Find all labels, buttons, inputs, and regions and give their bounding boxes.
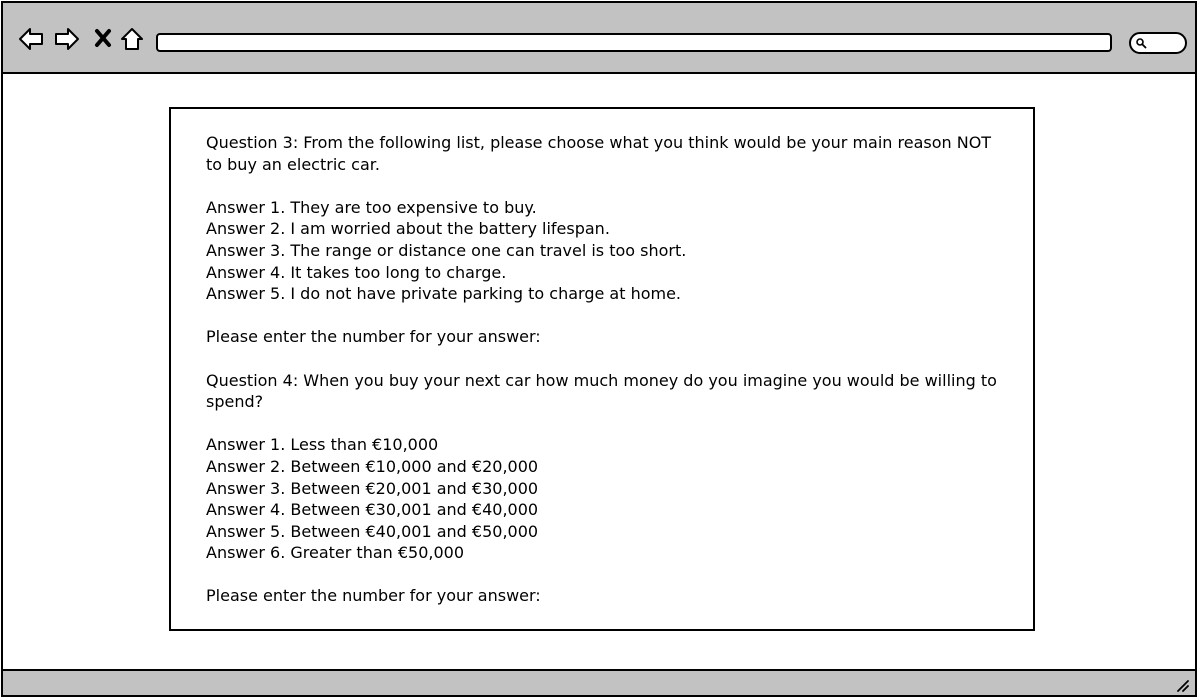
q3-answer-prompt: Please enter the number for your answer: [206, 327, 541, 347]
q4-answer-5: Answer 5. Between €40,001 and €50,000 [206, 521, 539, 541]
status-bar [3, 669, 1195, 695]
search-field[interactable] [1129, 32, 1187, 54]
q4-answer-4: Answer 4. Between €30,001 and €40,000 [206, 500, 539, 520]
stop-x-icon[interactable] [89, 25, 117, 53]
home-icon[interactable] [118, 25, 146, 53]
q3-answer-3: Answer 3. The range or distance one can … [206, 240, 687, 260]
q4-answer-1: Answer 1. Less than €10,000 [206, 435, 439, 455]
q4-answer-6: Answer 6. Greater than €50,000 [206, 543, 465, 563]
resize-grip-icon[interactable] [1175, 678, 1189, 692]
question-4-text-line-1: Question 4: When you buy your next car h… [206, 370, 997, 390]
back-arrow-icon[interactable] [17, 25, 45, 53]
q3-answer-5: Answer 5. I do not have private parking … [206, 284, 682, 304]
q3-answer-2: Answer 2. I am worried about the battery… [206, 219, 610, 239]
survey-panel: Question 3: From the following list, ple… [169, 107, 1035, 631]
magnifier-icon [1136, 38, 1147, 49]
browser-toolbar [3, 3, 1195, 74]
q4-answer-prompt: Please enter the number for your answer: [206, 586, 541, 606]
question-3-text-line-2: to buy an electric car. [206, 154, 380, 174]
q3-answer-1: Answer 1. They are too expensive to buy. [206, 197, 537, 217]
forward-arrow-icon[interactable] [53, 25, 81, 53]
address-bar[interactable] [156, 33, 1112, 52]
q4-answer-2: Answer 2. Between €10,000 and €20,000 [206, 456, 539, 476]
question-3-text-line-1: Question 3: From the following list, ple… [206, 133, 992, 152]
q4-answer-3: Answer 3. Between €20,001 and €30,000 [206, 478, 539, 498]
q3-answer-4: Answer 4. It takes too long to charge. [206, 262, 507, 282]
question-4-text-line-2: spend? [206, 392, 264, 412]
browser-window: Question 3: From the following list, ple… [1, 1, 1197, 697]
